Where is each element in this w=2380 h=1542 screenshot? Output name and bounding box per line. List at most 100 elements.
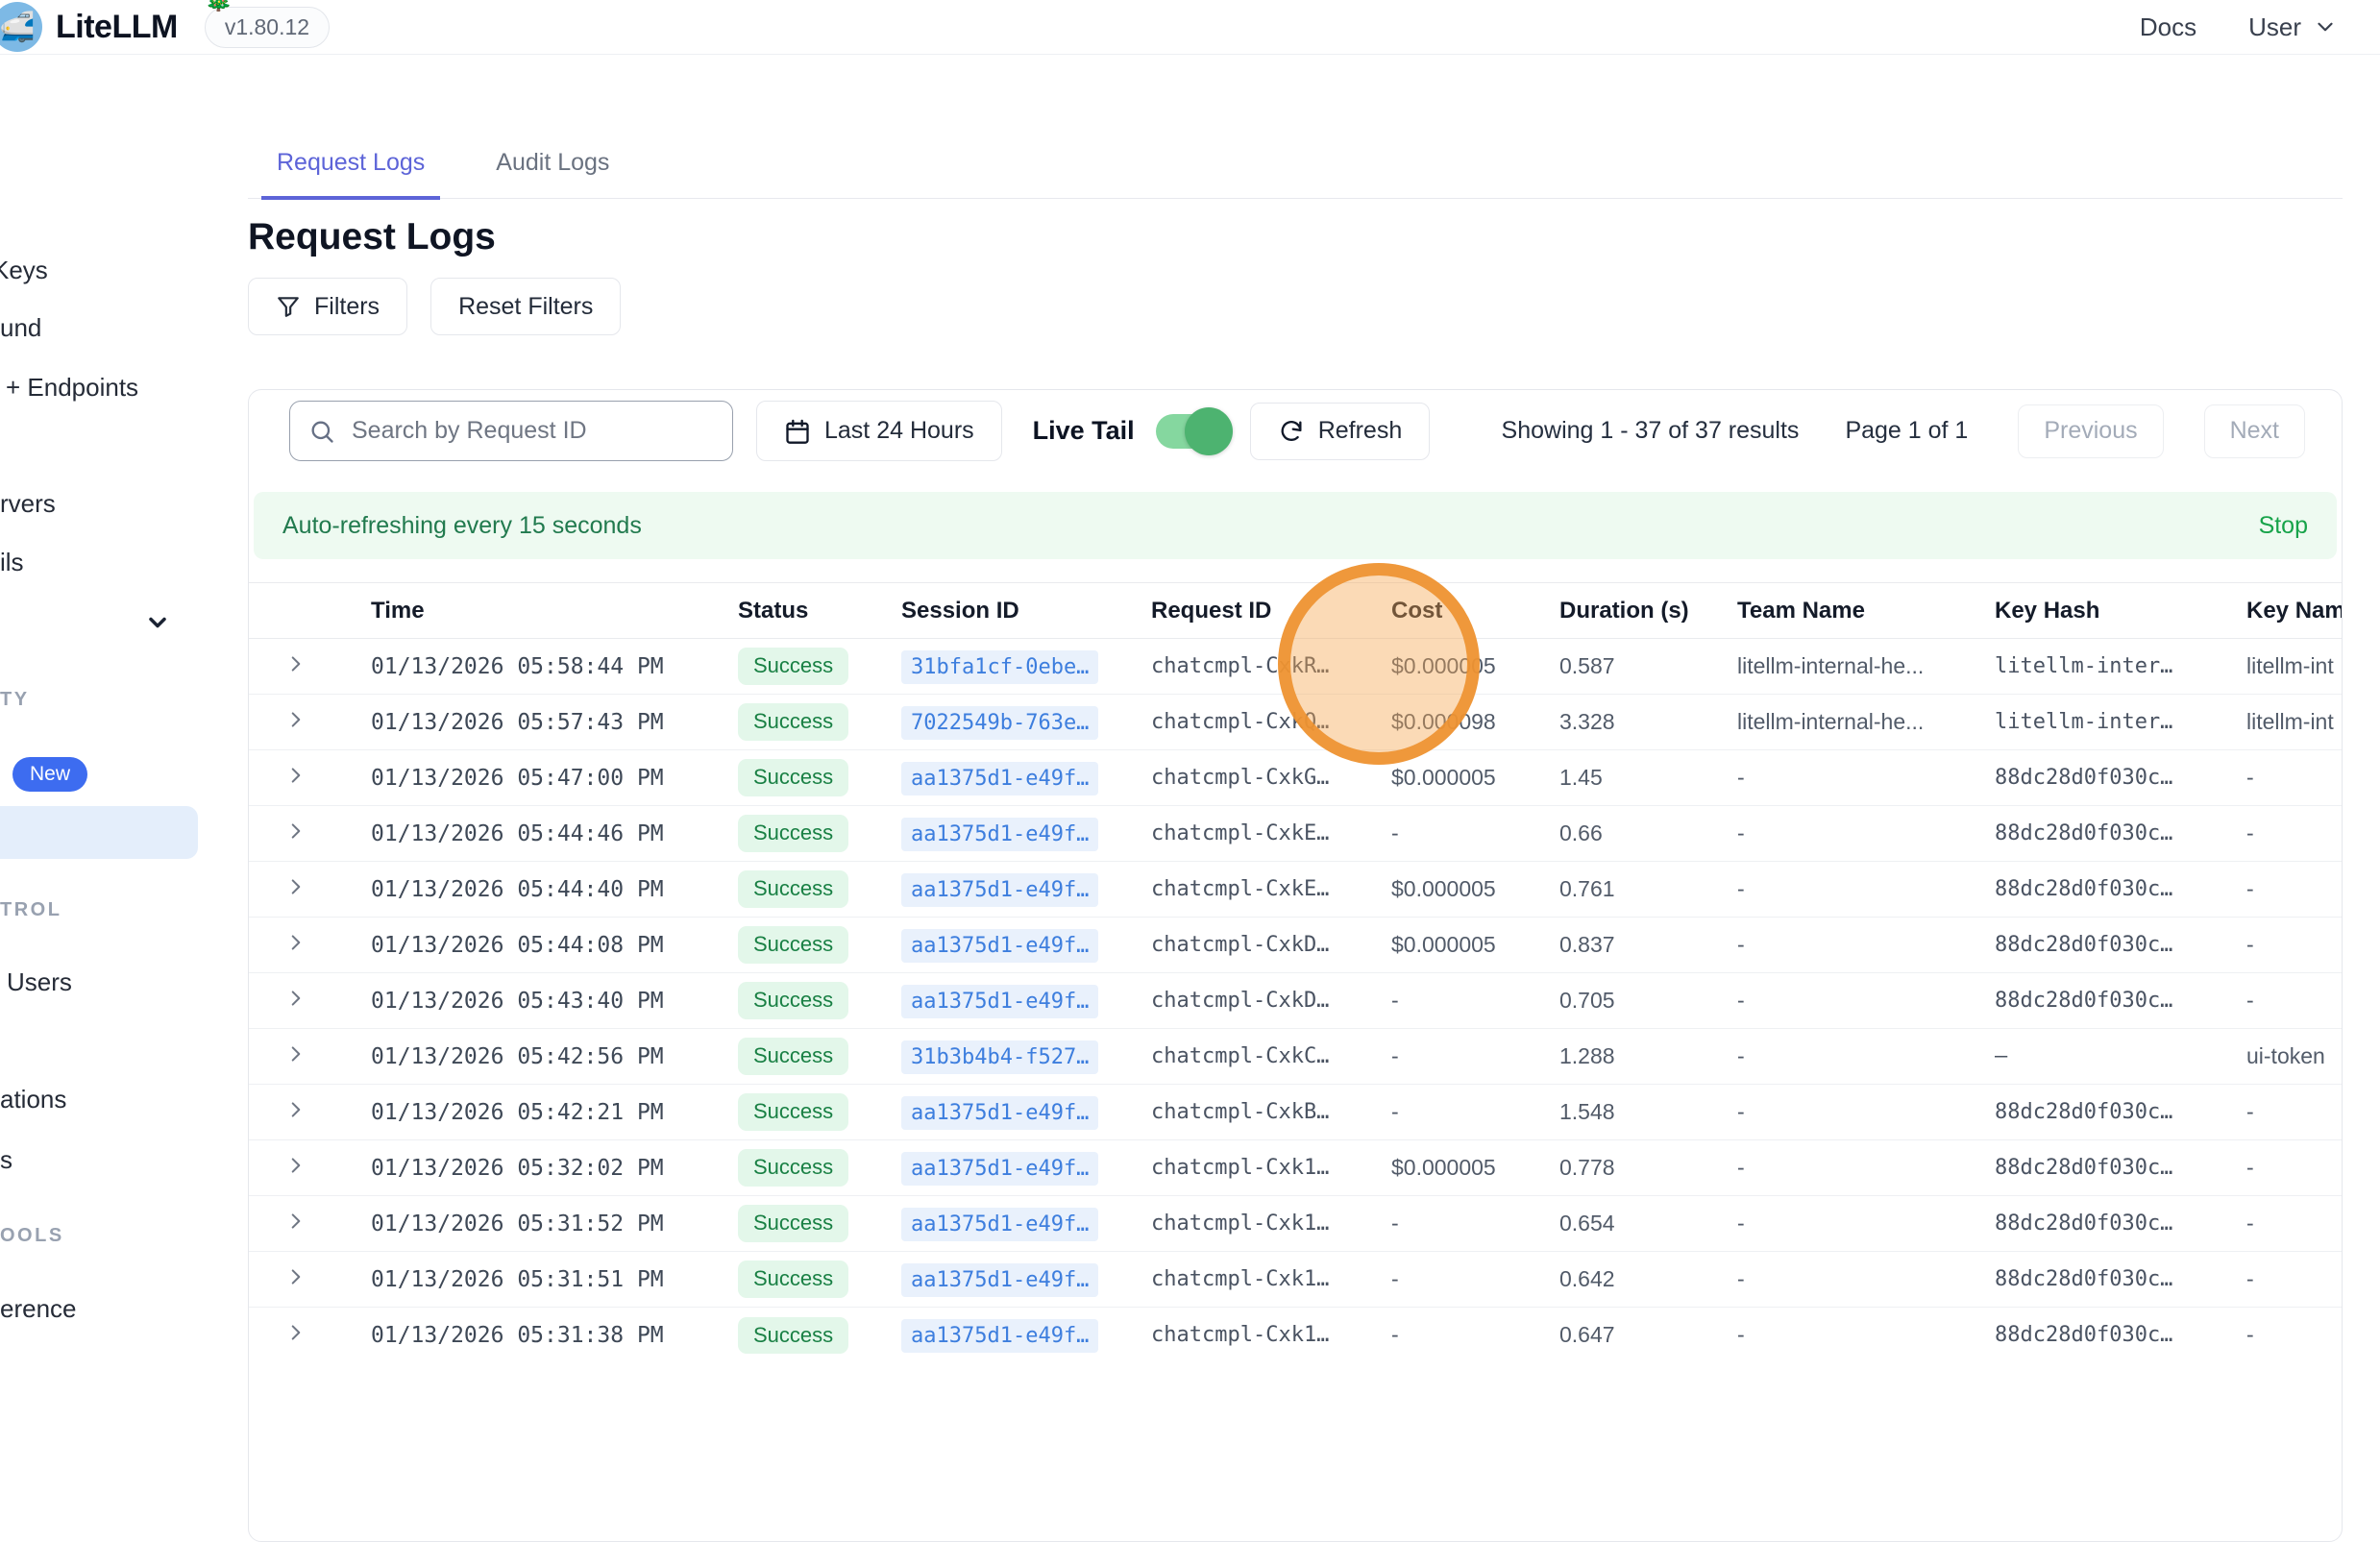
col-status: Status xyxy=(722,583,885,639)
table-row: 01/13/2026 05:42:21 PM Success aa1375d1-… xyxy=(249,1085,2343,1140)
session-id-link[interactable]: aa1375d1-e49f… xyxy=(901,762,1098,795)
session-id-link[interactable]: aa1375d1-e49f… xyxy=(901,1152,1098,1186)
col-session-id: Session ID xyxy=(885,583,1135,639)
sidebar-item-logs-selected[interactable] xyxy=(0,806,198,859)
session-id-link[interactable]: aa1375d1-e49f… xyxy=(901,1319,1098,1353)
session-id-link[interactable]: aa1375d1-e49f… xyxy=(901,873,1098,907)
key-hash-cell: 88dc28d0f030c… xyxy=(1978,862,2230,918)
session-id-link[interactable]: 31bfa1cf-0ebe… xyxy=(901,650,1098,684)
duration-cell: 0.642 xyxy=(1543,1252,1721,1308)
team-name-cell: - xyxy=(1721,1085,1978,1140)
toggle-knob xyxy=(1185,407,1233,455)
session-id-link[interactable]: aa1375d1-e49f… xyxy=(901,985,1098,1018)
key-name-cell: - xyxy=(2230,1252,2343,1308)
new-badge: New xyxy=(12,757,87,792)
session-id-link[interactable]: 31b3b4b4-f527… xyxy=(901,1040,1098,1074)
sidebar-section-observability: TY xyxy=(0,689,30,711)
sidebar-item-guardrails[interactable]: ils xyxy=(0,548,24,577)
status-badge: Success xyxy=(738,1317,848,1354)
team-name-cell: - xyxy=(1721,918,1978,973)
expand-row-icon[interactable] xyxy=(285,876,307,897)
status-badge: Success xyxy=(738,815,848,851)
navbar-right: Docs User xyxy=(2140,12,2338,42)
status-badge: Success xyxy=(738,982,848,1018)
session-id-link[interactable]: aa1375d1-e49f… xyxy=(901,929,1098,963)
live-tail-toggle[interactable] xyxy=(1156,414,1227,449)
duration-cell: 0.66 xyxy=(1543,806,1721,862)
session-id-link[interactable]: aa1375d1-e49f… xyxy=(901,1263,1098,1297)
request-id-cell: chatcmpl-CxkD… xyxy=(1135,973,1375,1029)
reset-filters-button[interactable]: Reset Filters xyxy=(430,278,621,335)
expand-row-icon[interactable] xyxy=(285,1099,307,1120)
table-row: 01/13/2026 05:47:00 PM Success aa1375d1-… xyxy=(249,750,2343,806)
request-id-cell: chatcmpl-Cxk1… xyxy=(1135,1196,1375,1252)
team-name-cell: litellm-internal-he... xyxy=(1721,639,1978,695)
user-menu[interactable]: User xyxy=(2248,12,2338,42)
team-name-cell: - xyxy=(1721,973,1978,1029)
sidebar-collapse-chevron-icon[interactable] xyxy=(144,609,171,641)
live-tail-label: Live Tail xyxy=(1033,416,1135,446)
table-row: 01/13/2026 05:43:40 PM Success aa1375d1-… xyxy=(249,973,2343,1029)
session-id-link[interactable]: aa1375d1-e49f… xyxy=(901,1208,1098,1241)
filters-button-label: Filters xyxy=(314,293,380,321)
time-cell: 01/13/2026 05:42:56 PM xyxy=(355,1029,722,1085)
refresh-icon xyxy=(1278,418,1305,445)
expand-row-icon[interactable] xyxy=(285,1155,307,1176)
team-name-cell: - xyxy=(1721,750,1978,806)
session-id-link[interactable]: 7022549b-763e… xyxy=(901,706,1098,740)
sidebar-item-teams[interactable]: s xyxy=(0,1145,12,1175)
duration-cell: 1.548 xyxy=(1543,1085,1721,1140)
table-row: 01/13/2026 05:32:02 PM Success aa1375d1-… xyxy=(249,1140,2343,1196)
status-badge: Success xyxy=(738,1149,848,1186)
expand-row-icon[interactable] xyxy=(285,1043,307,1065)
sidebar-item-virtual-keys[interactable]: Keys xyxy=(0,256,48,285)
expand-row-icon[interactable] xyxy=(285,653,307,674)
stop-auto-refresh-link[interactable]: Stop xyxy=(2259,512,2308,540)
cost-cell: $0.000005 xyxy=(1375,918,1543,973)
time-range-button[interactable]: Last 24 Hours xyxy=(756,401,1002,461)
duration-cell: 0.587 xyxy=(1543,639,1721,695)
duration-cell: 0.778 xyxy=(1543,1140,1721,1196)
expand-row-icon[interactable] xyxy=(285,1322,307,1343)
tab-audit-logs[interactable]: Audit Logs xyxy=(480,135,625,198)
search-input[interactable] xyxy=(289,401,733,461)
docs-link[interactable]: Docs xyxy=(2140,12,2196,42)
expand-row-icon[interactable] xyxy=(285,1211,307,1232)
expand-row-icon[interactable] xyxy=(285,988,307,1009)
sidebar-item-api-reference[interactable]: erence xyxy=(0,1294,77,1324)
expand-row-icon[interactable] xyxy=(285,932,307,953)
calendar-icon xyxy=(784,418,811,445)
expand-row-icon[interactable] xyxy=(285,709,307,730)
previous-page-button[interactable]: Previous xyxy=(2018,404,2163,458)
expand-row-icon[interactable] xyxy=(285,765,307,786)
sidebar-item-organizations[interactable]: ations xyxy=(0,1085,66,1114)
session-id-link[interactable]: aa1375d1-e49f… xyxy=(901,818,1098,851)
refresh-button[interactable]: Refresh xyxy=(1250,403,1431,460)
brand: 🚅 LiteLLM 🎄 v1.80.12 xyxy=(0,2,330,52)
user-menu-label: User xyxy=(2248,12,2301,42)
sidebar-item-internal-users[interactable]: Users xyxy=(7,967,72,997)
tab-request-logs[interactable]: Request Logs xyxy=(261,135,440,200)
filter-row: Filters Reset Filters xyxy=(248,278,2343,335)
col-expander xyxy=(249,583,355,639)
sidebar-item-playground[interactable]: und xyxy=(0,313,41,343)
expand-row-icon[interactable] xyxy=(285,1266,307,1287)
next-page-button[interactable]: Next xyxy=(2204,404,2305,458)
col-request-id: Request ID xyxy=(1135,583,1375,639)
litellm-logo-icon: 🚅 xyxy=(0,2,42,52)
expand-row-icon[interactable] xyxy=(285,820,307,842)
refresh-label: Refresh xyxy=(1318,417,1403,445)
results-count: Showing 1 - 37 of 37 results xyxy=(1502,417,1800,445)
sidebar-item-mcp-servers[interactable]: rvers xyxy=(0,489,56,519)
time-cell: 01/13/2026 05:44:08 PM xyxy=(355,918,722,973)
time-cell: 01/13/2026 05:43:40 PM xyxy=(355,973,722,1029)
request-id-cell: chatcmpl-Cxk1… xyxy=(1135,1252,1375,1308)
request-id-cell: chatcmpl-CxkE… xyxy=(1135,862,1375,918)
col-cost: Cost xyxy=(1375,583,1543,639)
cost-cell: $0.000005 xyxy=(1375,862,1543,918)
session-id-link[interactable]: aa1375d1-e49f… xyxy=(901,1096,1098,1130)
duration-cell: 1.45 xyxy=(1543,750,1721,806)
request-id-cell: chatcmpl-CxkE… xyxy=(1135,806,1375,862)
filters-button[interactable]: Filters xyxy=(248,278,407,335)
sidebar-item-models-endpoints[interactable]: + Endpoints xyxy=(6,373,138,403)
